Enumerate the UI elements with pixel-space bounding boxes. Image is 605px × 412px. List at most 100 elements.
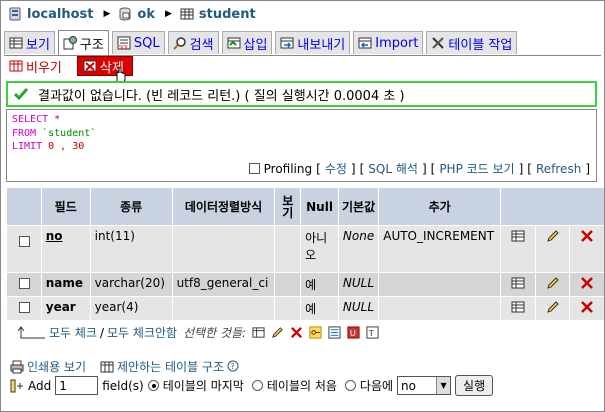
pencil-icon[interactable] <box>546 300 560 314</box>
with-selected-label: 선택한 것들: <box>183 326 247 340</box>
after-radio[interactable] <box>344 380 356 391</box>
breadcrumb-database[interactable]: ok <box>118 7 155 22</box>
at-beginning-label: 테이블의 처음 <box>266 379 337 393</box>
sql-icon: SQL <box>117 36 131 51</box>
delete-x-icon[interactable] <box>580 300 594 314</box>
delete-x-icon[interactable] <box>580 276 594 290</box>
drop-action-cell <box>570 297 604 320</box>
print-view-link-wrap[interactable]: 인쇄용 보기 <box>10 358 86 375</box>
tab-search[interactable]: 검색 <box>167 31 219 54</box>
tab-insert[interactable]: 삽입 <box>221 31 273 54</box>
svg-text:SQL: SQL <box>119 45 129 50</box>
index-icon[interactable] <box>328 326 341 339</box>
delete-x-icon[interactable] <box>580 229 594 243</box>
collation-cell <box>172 226 275 272</box>
header-type: 종류 <box>90 188 172 225</box>
browse-distinct-icon[interactable] <box>511 276 525 290</box>
refresh-link[interactable]: Refresh <box>536 162 581 176</box>
table-row: name varchar(20) utf8_general_ci 예 NULL <box>7 273 604 296</box>
add-label: Add <box>28 378 52 393</box>
primary-key-icon[interactable] <box>309 326 322 339</box>
at-end-radio[interactable] <box>147 380 159 391</box>
attributes-cell <box>275 297 301 320</box>
extra-cell: AUTO_INCREMENT <box>379 226 501 272</box>
field-name-cell[interactable]: year <box>41 297 90 320</box>
row-checkbox[interactable] <box>19 302 30 313</box>
svg-text:T: T <box>368 328 375 338</box>
breadcrumb-table[interactable]: student <box>180 7 256 22</box>
go-button[interactable]: 실행 <box>455 375 494 396</box>
drop-table-button[interactable]: 삭제 <box>76 56 133 83</box>
row-checkbox[interactable] <box>19 278 30 289</box>
collation-cell: utf8_general_ci <box>172 273 275 296</box>
header-attributes: 보기 <box>275 188 301 225</box>
at-beginning-radio[interactable] <box>251 380 263 391</box>
propose-structure-link-wrap[interactable]: 제안하는 테이블 구조 ? <box>100 358 241 375</box>
empty-table-label: 비우기 <box>26 60 62 76</box>
structure-table: 필드 종류 데이터정렬방식 보기 Null 기본값 추가 no int(11) … <box>6 187 605 321</box>
uncheck-all-link[interactable]: 모두 체크안함 <box>107 324 177 341</box>
database-icon <box>118 7 132 21</box>
hand-cursor-icon <box>113 66 127 83</box>
browse-distinct-icon[interactable] <box>511 300 525 314</box>
explain-sql-link[interactable]: SQL 해석 <box>368 160 418 177</box>
header-collation: 데이터정렬방식 <box>172 188 275 225</box>
edit-query-link[interactable]: 수정 <box>325 160 347 177</box>
php-code-link[interactable]: PHP 코드 보기 <box>439 160 514 177</box>
pencil-icon[interactable] <box>546 229 560 243</box>
arrow-up-left-icon <box>17 325 46 340</box>
structure-icon <box>63 36 77 50</box>
print-view-link[interactable]: 인쇄용 보기 <box>27 358 86 375</box>
edit-action-cell <box>535 226 570 272</box>
sql-limit-values: 0 , 30 <box>48 141 85 152</box>
drop-table-icon <box>83 59 97 73</box>
check-all-link[interactable]: 모두 체크 <box>49 324 97 341</box>
tab-search-label: 검색 <box>189 37 214 53</box>
tab-import-label: Import <box>375 35 419 51</box>
help-icon[interactable]: ? <box>227 360 241 374</box>
printer-icon <box>10 360 24 374</box>
wrench-icon <box>431 36 445 50</box>
bulk-browse-icon[interactable] <box>252 326 265 339</box>
tab-export[interactable]: 내보내기 <box>275 31 351 54</box>
add-field-icon <box>10 379 24 393</box>
field-name-cell[interactable]: name <box>41 273 90 296</box>
fulltext-icon[interactable]: T <box>366 326 379 339</box>
bulk-delete-icon[interactable] <box>290 326 303 339</box>
browse-action-cell <box>501 273 535 296</box>
breadcrumb-server[interactable]: localhost <box>8 7 93 22</box>
attributes-cell <box>275 226 301 272</box>
row-checkbox[interactable] <box>19 236 30 247</box>
tab-operations[interactable]: 테이블 작업 <box>426 31 518 54</box>
unique-icon[interactable]: U <box>347 326 360 339</box>
sql-query: SELECT * FROM `student` LIMIT 0 , 30 <box>7 110 596 157</box>
import-icon <box>358 36 372 50</box>
breadcrumb: localhost ▶ ok ▶ student <box>8 5 266 23</box>
collation-cell <box>172 297 275 320</box>
pencil-icon[interactable] <box>546 276 560 290</box>
tab-structure[interactable]: 구조 <box>57 30 109 55</box>
tab-browse[interactable]: 보기 <box>4 31 55 54</box>
row-select-cell <box>7 226 41 272</box>
tab-import[interactable]: Import <box>353 31 424 54</box>
browse-action-cell <box>501 297 535 320</box>
after-label: 다음에 <box>359 379 394 393</box>
bulk-edit-icon[interactable] <box>271 326 284 339</box>
success-message: 결과값이 없습니다. (빈 레코드 리턴.) ( 질의 실행시간 0.0004 … <box>6 81 597 107</box>
null-cell: 아니오 <box>301 226 338 272</box>
propose-structure-link[interactable]: 제안하는 테이블 구조 <box>117 358 224 375</box>
insert-icon <box>227 36 241 50</box>
tab-sql[interactable]: SQL SQL <box>111 31 165 54</box>
table-row: no int(11) 아니오 None AUTO_INCREMENT <box>7 226 604 272</box>
add-count-input[interactable] <box>55 376 99 395</box>
default-cell: NULL <box>338 297 379 320</box>
table-icon <box>180 7 194 21</box>
after-field-select[interactable]: no ▼ <box>397 376 452 395</box>
field-name-link[interactable]: no <box>46 229 63 243</box>
type-cell: int(11) <box>90 226 172 272</box>
empty-table-button[interactable]: 비우기 <box>4 56 67 76</box>
profiling-checkbox[interactable] <box>248 163 260 174</box>
browse-distinct-icon[interactable] <box>511 229 525 243</box>
main-tabs: 보기 구조 SQL SQL 검색 삽입 내보내기 Import 테이블 작업 <box>4 30 601 56</box>
type-cell: year(4) <box>90 297 172 320</box>
